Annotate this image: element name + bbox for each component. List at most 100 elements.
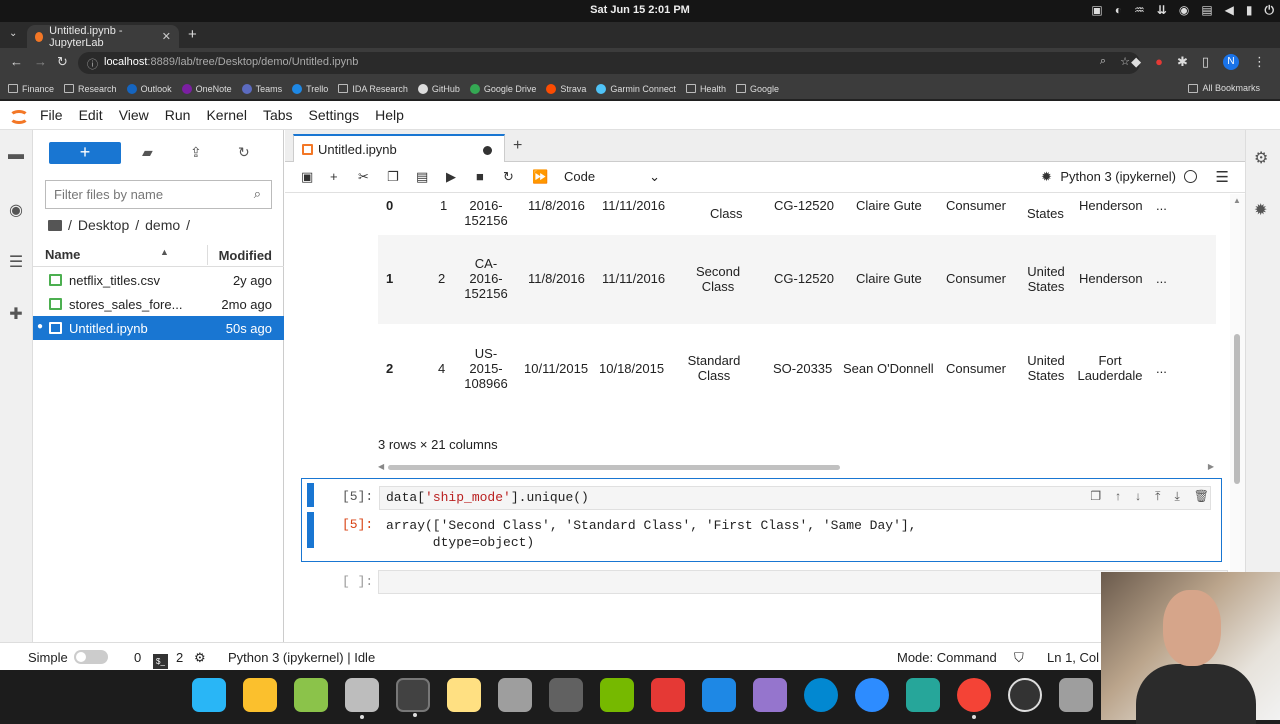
insert-below-icon[interactable]: ⤓ <box>1174 489 1179 504</box>
sort-caret-icon[interactable]: ▲ <box>160 247 169 257</box>
column-divider[interactable] <box>207 245 208 265</box>
bookmark-item[interactable]: Teams <box>241 83 282 94</box>
move-up-icon[interactable]: ↑ <box>1115 489 1121 504</box>
search-app-icon[interactable] <box>192 678 226 712</box>
profile-avatar[interactable]: N <box>1223 54 1239 70</box>
terminal-count[interactable]: 0 <box>134 650 141 665</box>
files-app-icon[interactable] <box>345 678 379 719</box>
file-row[interactable]: stores_sales_fore... 2mo ago <box>33 292 284 316</box>
code-cell-active[interactable]: [5]: data['ship_mode'].unique() ❐ ↑ ↓ ⤒ … <box>301 478 1222 562</box>
file-row[interactable]: netflix_titles.csv 2y ago <box>33 268 284 292</box>
notes-app-icon[interactable] <box>243 678 277 712</box>
menu-edit[interactable]: Edit <box>79 107 103 123</box>
scroll-left-icon[interactable]: ◀ <box>378 462 384 471</box>
menu-run[interactable]: Run <box>165 107 191 123</box>
bookmark-item[interactable]: OneNote <box>181 83 232 94</box>
bookmark-item[interactable]: Health <box>685 84 726 94</box>
menu-settings[interactable]: Settings <box>309 107 360 123</box>
column-name[interactable]: Name <box>45 247 80 262</box>
extensions-puzzle-icon[interactable]: ✱ <box>1177 54 1188 70</box>
tray-icon[interactable]: ◉ <box>1179 3 1189 18</box>
duplicate-cell-icon[interactable]: ❐ <box>1090 489 1101 504</box>
run-all-icon[interactable]: ⏩ <box>532 169 548 185</box>
nvidia-icon[interactable] <box>600 678 634 712</box>
scroll-up-icon[interactable]: ▲ <box>1233 196 1241 205</box>
folder-icon[interactable] <box>48 219 62 231</box>
tray-icon[interactable]: ♒ <box>1134 3 1145 18</box>
menu-icon[interactable]: ☰ <box>1216 168 1229 186</box>
tray-icon[interactable]: ⇊ <box>1157 3 1167 18</box>
zoom-icon[interactable] <box>855 678 889 712</box>
simple-mode-toggle[interactable] <box>74 650 108 664</box>
menu-kernel[interactable]: Kernel <box>206 107 246 123</box>
new-folder-icon[interactable]: ▰ <box>142 144 153 161</box>
notebook-tab[interactable]: Untitled.ipynb <box>293 134 505 162</box>
terminal-icon[interactable]: $_ <box>153 650 168 669</box>
extensions-icon[interactable]: ✚ <box>6 304 26 324</box>
scroll-right-icon[interactable]: ▶ <box>1208 462 1214 471</box>
table-of-contents-icon[interactable]: ☰ <box>6 252 26 272</box>
run-icon[interactable]: ▶ <box>446 169 456 185</box>
menu-help[interactable]: Help <box>375 107 404 123</box>
chrome-icon[interactable] <box>957 678 991 719</box>
all-bookmarks-button[interactable]: All Bookmarks <box>1188 83 1260 93</box>
bookmark-item[interactable]: Outlook <box>126 83 172 94</box>
volume-icon[interactable]: ◀ <box>1225 3 1234 18</box>
output-collapser[interactable] <box>307 512 314 548</box>
paste-icon[interactable]: ▤ <box>416 169 428 185</box>
restart-icon[interactable]: ↻ <box>503 169 514 185</box>
obs-icon[interactable] <box>1008 678 1042 712</box>
horizontal-scrollbar[interactable]: ◀ ▶ <box>378 462 1216 472</box>
add-tab-button[interactable]: + <box>513 137 522 155</box>
save-icon[interactable]: ▣ <box>301 169 313 185</box>
network-icon[interactable]: ▤ <box>1201 3 1212 18</box>
battery-icon[interactable]: ▮ <box>1246 3 1253 18</box>
vscode-icon[interactable] <box>702 678 736 712</box>
site-info-icon[interactable]: ⓘ <box>87 56 98 72</box>
column-modified[interactable]: Modified <box>219 248 272 263</box>
refresh-icon[interactable]: ↻ <box>238 144 250 161</box>
side-panel-icon[interactable]: ▯ <box>1202 54 1209 70</box>
bookmark-item[interactable]: Strava <box>546 83 586 94</box>
bookmark-item[interactable]: Garmin Connect <box>596 83 676 94</box>
bookmark-item[interactable]: GitHub <box>417 83 460 94</box>
unsaved-indicator-icon[interactable] <box>483 146 492 155</box>
app-grid-icon[interactable] <box>294 678 328 712</box>
kernel-selector[interactable]: Python 3 (ipykernel) <box>1060 169 1197 184</box>
filter-files-input[interactable]: Filter files by name ⌕ <box>45 180 272 209</box>
kernel-count[interactable]: 2 <box>176 650 183 665</box>
move-down-icon[interactable]: ↓ <box>1135 489 1141 504</box>
bookmark-item[interactable]: Research <box>64 84 117 94</box>
zoom-icon[interactable]: ⌕ <box>1100 55 1106 68</box>
forward-icon[interactable]: → <box>34 54 47 69</box>
screenshot-icon[interactable] <box>906 678 940 712</box>
cut-icon[interactable]: ✂ <box>358 169 369 185</box>
new-tab-button[interactable]: + <box>188 26 197 43</box>
running-kernels-icon[interactable]: ◉ <box>6 200 26 220</box>
scrollbar-thumb[interactable] <box>388 465 840 470</box>
insert-cell-icon[interactable]: + <box>330 169 338 184</box>
scrollbar-thumb[interactable] <box>1234 334 1240 484</box>
menu-file[interactable]: File <box>40 107 63 123</box>
menu-view[interactable]: View <box>119 107 149 123</box>
insert-above-icon[interactable]: ⤒ <box>1155 489 1160 504</box>
extension-icon[interactable]: ◆ <box>1131 54 1141 70</box>
file-browser-folder-icon[interactable]: ▬ <box>6 146 26 166</box>
address-bar[interactable]: ⓘ localhost:8889/lab/tree/Desktop/demo/U… <box>78 52 1140 74</box>
new-launcher-button[interactable]: + <box>49 142 121 164</box>
debugger-bug-icon[interactable]: ✹ <box>1254 200 1267 220</box>
debugger-icon[interactable]: ✹ <box>1041 169 1052 185</box>
kernel-status-text[interactable]: Python 3 (ipykernel) | Idle <box>228 650 375 665</box>
bookmark-item[interactable]: Trello <box>292 83 328 94</box>
menu-tabs[interactable]: Tabs <box>263 107 293 123</box>
browser-menu-icon[interactable]: ⋮ <box>1253 54 1266 70</box>
back-icon[interactable]: ← <box>10 54 23 69</box>
extension-icon[interactable]: ● <box>1155 54 1163 70</box>
file-row-selected[interactable]: ● Untitled.ipynb 50s ago <box>33 316 284 340</box>
code-editor[interactable]: data['ship_mode'].unique() <box>379 486 1211 510</box>
kernel-gear-icon[interactable]: ⚙ <box>194 650 206 666</box>
settings-app-icon[interactable] <box>498 678 532 712</box>
delete-cell-icon[interactable]: 🗑 <box>1194 489 1209 504</box>
bookmark-item[interactable]: IDA Research <box>338 84 408 94</box>
breadcrumb-demo[interactable]: demo <box>145 217 180 233</box>
